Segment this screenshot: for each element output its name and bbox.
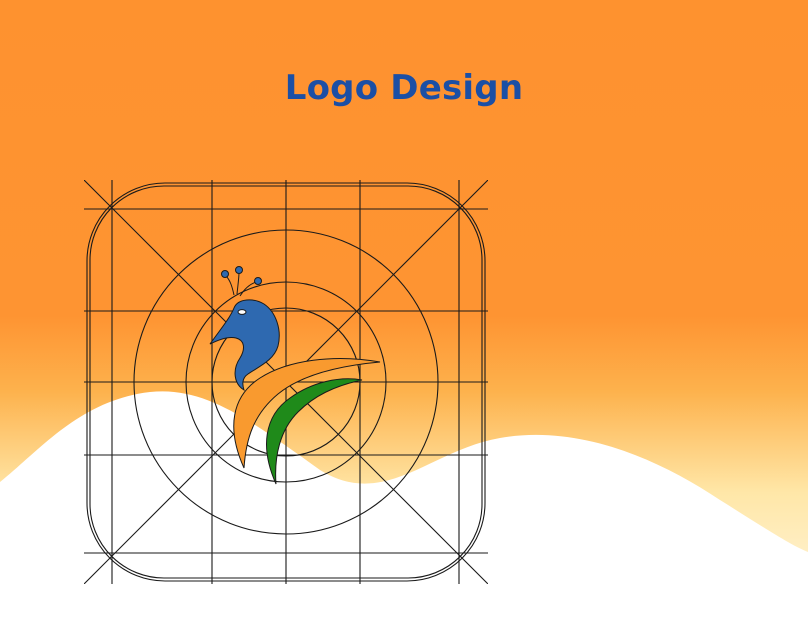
app-icon-construction-grid [84, 180, 488, 584]
page-title: Logo Design [284, 68, 524, 108]
peacock-logo-icon [209, 266, 381, 485]
